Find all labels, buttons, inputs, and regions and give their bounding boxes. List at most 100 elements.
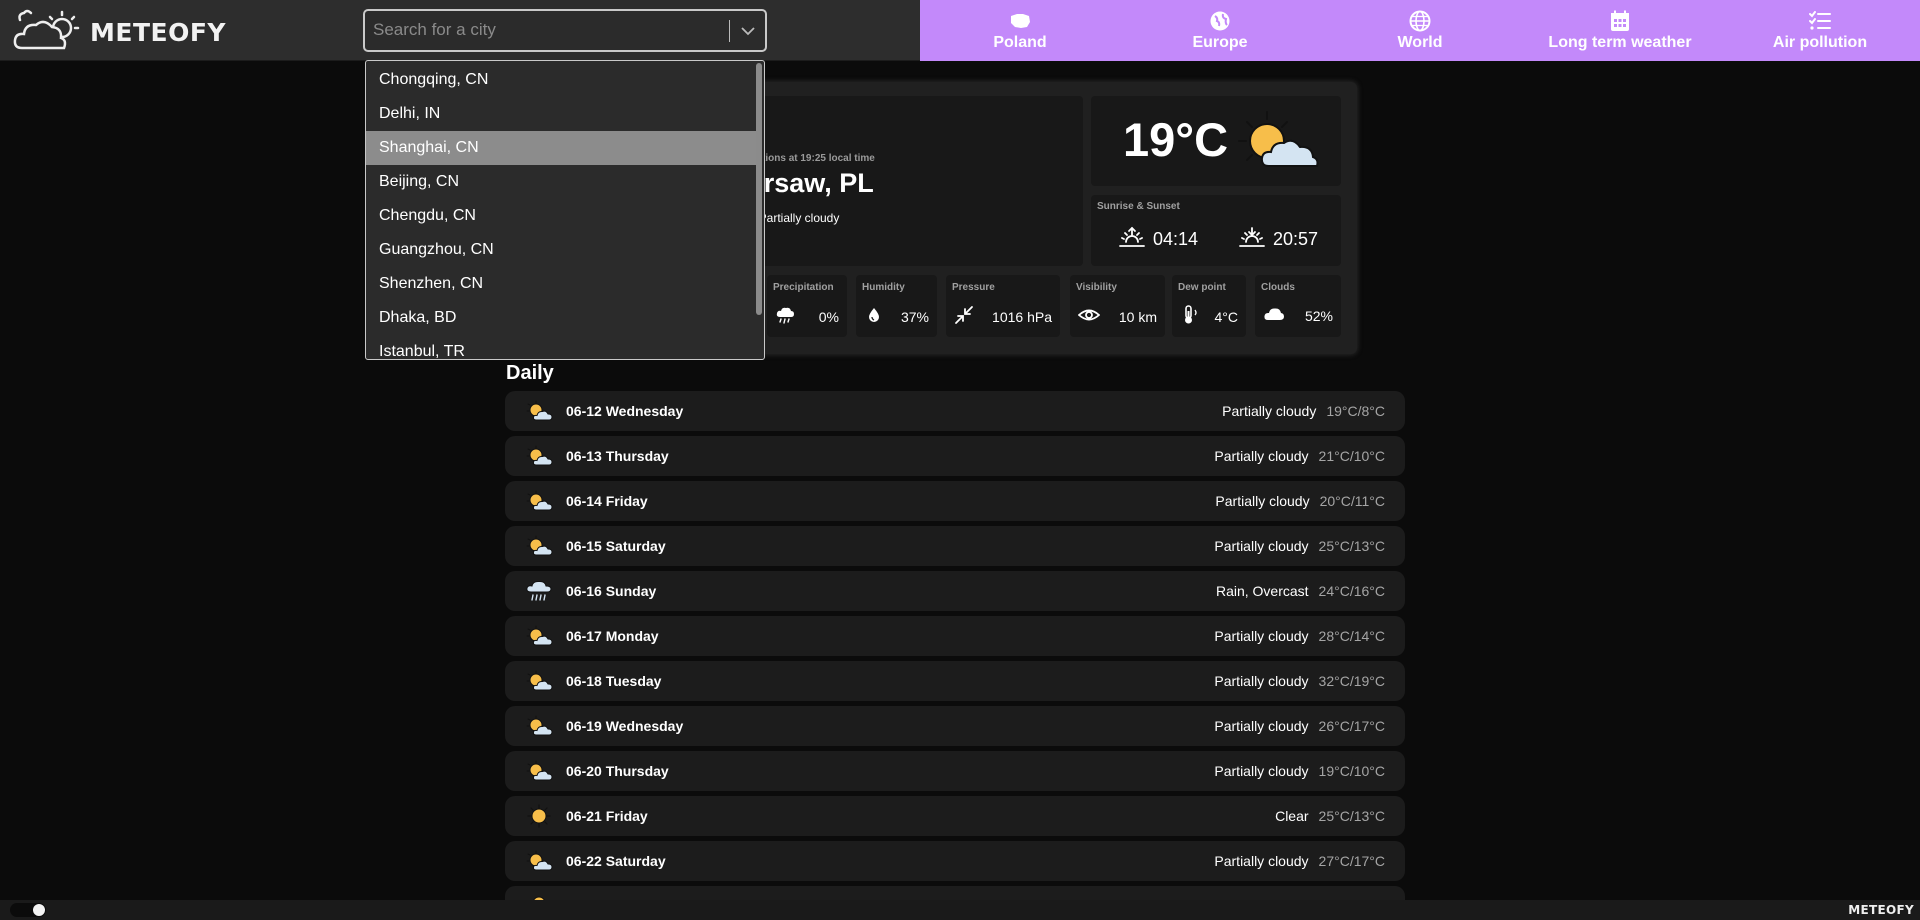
- dropdown-option[interactable]: Guangzhou, CN: [366, 233, 758, 267]
- compress-arrows-icon: [954, 305, 974, 328]
- sunrise-sunset-box: Sunrise & Sunset 04:14 20:57: [1091, 195, 1341, 266]
- sunrise-sunset-title: Sunrise & Sunset: [1097, 201, 1180, 212]
- sun-icon: [525, 804, 553, 828]
- nav-world[interactable]: World: [1320, 0, 1520, 61]
- stat-title: Visibility: [1076, 282, 1117, 293]
- nav-europe[interactable]: Europe: [1120, 0, 1320, 61]
- chevron-down-icon[interactable]: [735, 21, 761, 41]
- stat-precipitation: Precipitation 0%: [767, 275, 847, 337]
- daily-row[interactable]: 06-17 Monday Partially cloudy 28°C/14°C: [505, 616, 1405, 656]
- daily-row[interactable]: 06-14 Friday Partially cloudy 20°C/11°C: [505, 481, 1405, 521]
- sunset: 20:57: [1239, 225, 1318, 254]
- stat-title: Humidity: [862, 282, 905, 293]
- logo[interactable]: METEOFY: [12, 8, 226, 56]
- stat-title: Pressure: [952, 282, 995, 293]
- nav-air-pollution[interactable]: Air pollution: [1720, 0, 1920, 61]
- dropdown-option[interactable]: Istanbul, TR: [366, 335, 758, 359]
- day-date: 06-21 Friday: [566, 808, 648, 824]
- day-condition: Rain, Overcast: [1215, 583, 1309, 599]
- stat-humidity: Humidity 37%: [856, 275, 937, 337]
- daily-row[interactable]: 06-13 Thursday Partially cloudy 21°C/10°C: [505, 436, 1405, 476]
- day-date: 06-15 Saturday: [566, 538, 666, 554]
- day-temp-range: 21°C/10°C: [1318, 448, 1385, 464]
- partly-cloudy-icon: [525, 444, 553, 468]
- top-bar: METEOFY Poland Europe World: [0, 0, 1920, 61]
- day-date: 06-20 Thursday: [566, 763, 669, 779]
- day-condition: Partially cloudy: [1214, 853, 1309, 869]
- daily-row[interactable]: 06-15 Saturday Partially cloudy 25°C/13°C: [505, 526, 1405, 566]
- partly-cloudy-icon: [525, 534, 553, 558]
- day-condition: Partially cloudy: [1214, 763, 1309, 779]
- day-temp-range: 24°C/16°C: [1318, 583, 1385, 599]
- search-divider: [729, 20, 730, 42]
- sunrise: 04:14: [1119, 225, 1198, 254]
- day-condition: Partially cloudy: [1215, 493, 1310, 509]
- dropdown-option-selected[interactable]: Shanghai, CN: [366, 131, 758, 165]
- stat-visibility: Visibility 10 km: [1070, 275, 1165, 337]
- nav-label: Europe: [1192, 34, 1248, 51]
- day-temp-range: 26°C/17°C: [1318, 718, 1385, 734]
- day-condition: Partially cloudy: [1222, 403, 1317, 419]
- city-dropdown: Chongqing, CN Delhi, IN Shanghai, CN Bei…: [365, 60, 765, 360]
- daily-row[interactable]: 06-18 Tuesday Partially cloudy 32°C/19°C: [505, 661, 1405, 701]
- day-condition: Partially cloudy: [1214, 448, 1309, 464]
- search-input[interactable]: [373, 17, 723, 43]
- dropdown-option[interactable]: Shenzhen, CN: [366, 267, 758, 301]
- footer-brand: METEOFY: [1848, 903, 1914, 917]
- day-date: 06-18 Tuesday: [566, 673, 662, 689]
- stat-value: 0%: [818, 308, 839, 325]
- droplet-icon: [864, 305, 884, 328]
- dropdown-option[interactable]: Dhaka, BD: [366, 301, 758, 335]
- day-temp-range: 27°C/17°C: [1318, 853, 1385, 869]
- city-search[interactable]: [363, 9, 767, 52]
- dropdown-option[interactable]: Delhi, IN: [366, 97, 758, 131]
- daily-row[interactable]: 06-16 Sunday Rain, Overcast 24°C/16°C: [505, 571, 1405, 611]
- day-date: 06-22 Saturday: [566, 853, 666, 869]
- main-nav: Poland Europe World Long term weather Ai…: [920, 0, 1920, 61]
- daily-row[interactable]: 06-22 Saturday Partially cloudy 27°C/17°C: [505, 841, 1405, 881]
- daily-row[interactable]: 06-19 Wednesday Partially cloudy 26°C/17°…: [505, 706, 1405, 746]
- day-condition: Clear: [1275, 808, 1309, 824]
- eye-icon: [1077, 305, 1101, 328]
- dropdown-scrollbar[interactable]: [756, 63, 762, 315]
- partly-cloudy-icon: [525, 489, 553, 513]
- partly-cloudy-icon: [525, 399, 553, 423]
- partly-cloudy-icon: [525, 624, 553, 648]
- stat-value: 10 km: [1118, 308, 1157, 325]
- dropdown-option[interactable]: Chengdu, CN: [366, 199, 758, 233]
- day-date: 06-19 Wednesday: [566, 718, 684, 734]
- day-temp-range: 32°C/19°C: [1318, 673, 1385, 689]
- day-date: 06-14 Friday: [566, 493, 648, 509]
- day-temp-range: 20°C/11°C: [1319, 493, 1385, 509]
- current-temperature: 19°C: [1123, 113, 1229, 166]
- toggle-knob: [33, 904, 45, 916]
- day-date: 06-13 Thursday: [566, 448, 669, 464]
- stat-title: Clouds: [1261, 282, 1295, 293]
- daily-row[interactable]: 06-20 Thursday Partially cloudy 19°C/10°C: [505, 751, 1405, 791]
- partly-cloudy-icon: [1237, 110, 1321, 177]
- footer: METEOFY: [0, 900, 1920, 920]
- day-condition: Partially cloudy: [1214, 538, 1309, 554]
- brand-name: METEOFY: [90, 17, 227, 47]
- partly-cloudy-icon: [525, 669, 553, 693]
- sun-icon: [531, 892, 547, 900]
- day-temp-range: 28°C/14°C: [1318, 628, 1385, 644]
- day-condition: Partially cloudy: [1214, 673, 1309, 689]
- day-date: 06-17 Monday: [566, 628, 659, 644]
- dropdown-option[interactable]: Chongqing, CN: [366, 63, 758, 97]
- calendar-icon: [1610, 9, 1630, 33]
- day-temp-range: 19°C/10°C: [1318, 763, 1385, 779]
- rain-cloud-icon: [775, 305, 795, 328]
- stat-value: 52%: [1304, 307, 1333, 324]
- globe-europe-icon: [1209, 9, 1231, 33]
- rain-icon: [525, 579, 553, 603]
- nav-poland[interactable]: Poland: [920, 0, 1120, 61]
- dropdown-option[interactable]: Beijing, CN: [366, 165, 758, 199]
- stat-value: 4°C: [1214, 308, 1239, 325]
- daily-title: Daily: [506, 362, 554, 384]
- nav-long-term[interactable]: Long term weather: [1520, 0, 1720, 61]
- stat-value: 1016 hPa: [992, 308, 1052, 325]
- daily-row[interactable]: 06-12 Wednesday Partially cloudy 19°C/8°C: [505, 391, 1405, 431]
- theme-toggle[interactable]: [10, 903, 46, 917]
- daily-row[interactable]: 06-21 Friday Clear 25°C/13°C: [505, 796, 1405, 836]
